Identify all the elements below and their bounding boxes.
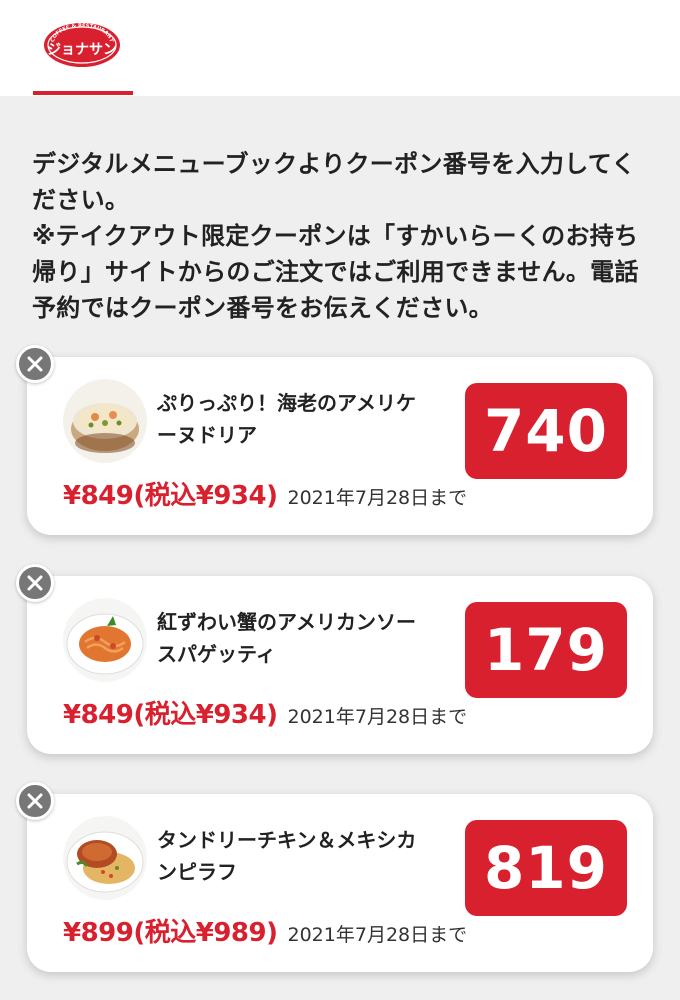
item-price: ¥849(税込¥934) <box>63 700 278 730</box>
close-icon[interactable] <box>16 345 54 383</box>
item-name: 紅ずわい蟹のアメリカンソー スパゲッティ <box>157 610 416 666</box>
coupon-card[interactable]: ぷりっぷり！海老のアメリケ ーヌドリア 740 ¥849(税込¥934) 202… <box>27 357 653 535</box>
brand-logo[interactable]: COFFEE & RESTAURANT ジョナサン <box>42 20 122 70</box>
header: COFFEE & RESTAURANT ジョナサン <box>0 0 680 96</box>
price-row: ¥899(税込¥989) 2021年7月28日まで <box>63 912 623 949</box>
coupon-code: 179 <box>465 602 627 698</box>
instruction-line: 予約ではクーポン番号をお伝えください。 <box>32 294 493 322</box>
item-price: ¥899(税込¥989) <box>63 918 278 948</box>
spaghetti-plate-icon <box>63 598 147 682</box>
coupon-code: 819 <box>465 820 627 916</box>
coupon-card[interactable]: 紅ずわい蟹のアメリカンソー スパゲッティ 179 ¥849(税込¥934) 20… <box>27 576 653 754</box>
expiry-date: 2021年7月28日まで <box>287 706 468 728</box>
expiry-date: 2021年7月28日まで <box>287 924 468 946</box>
item-name: タンドリーチキン＆メキシカ ンピラフ <box>157 828 417 884</box>
close-icon[interactable] <box>16 564 54 602</box>
instruction-line: ださい。 <box>32 186 130 214</box>
price-row: ¥849(税込¥934) 2021年7月28日まで <box>63 694 623 731</box>
close-icon[interactable] <box>16 782 54 820</box>
instruction-line: 帰り」サイトからのご注文ではご利用できません。電話 <box>32 258 639 286</box>
gratin-dish-icon <box>63 379 147 463</box>
expiry-date: 2021年7月28日まで <box>287 487 468 509</box>
instruction-line: ※テイクアウト限定クーポンは「すかいらーくのお持ち <box>32 222 639 250</box>
item-price: ¥849(税込¥934) <box>63 481 278 511</box>
active-tab-indicator <box>33 91 133 95</box>
coupon-code: 740 <box>465 383 627 479</box>
svg-text:ジョナサン: ジョナサン <box>47 42 117 58</box>
instruction-line: デジタルメニューブックよりクーポン番号を入力してく <box>32 150 636 178</box>
price-row: ¥849(税込¥934) 2021年7月28日まで <box>63 475 623 512</box>
chicken-pilaf-plate-icon <box>63 816 147 900</box>
item-name: ぷりっぷり！海老のアメリケ ーヌドリア <box>157 391 416 447</box>
coupon-card[interactable]: タンドリーチキン＆メキシカ ンピラフ 819 ¥899(税込¥989) 2021… <box>27 794 653 972</box>
coupon-instructions: デジタルメニューブックよりクーポン番号を入力してく ださい。 ※テイクアウト限定… <box>32 146 652 326</box>
